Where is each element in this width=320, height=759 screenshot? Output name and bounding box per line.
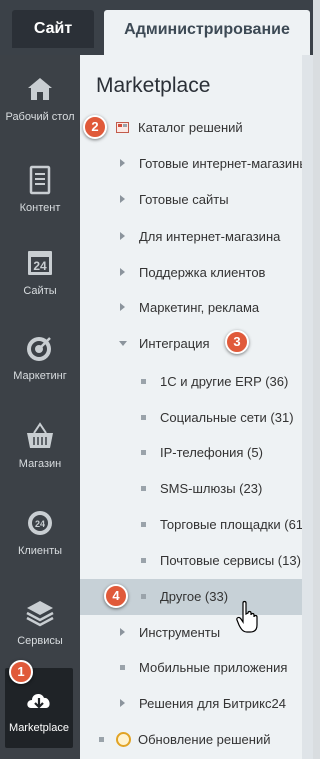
nav-label: Рабочий стол [5, 111, 75, 123]
menu-item-label: Каталог решений [138, 120, 243, 135]
menu-item-label: Мобильные приложения [139, 660, 288, 675]
bullet-icon [141, 450, 146, 455]
cloud-download-icon [27, 694, 50, 709]
menu-item-label: Решения для Битрикс24 [139, 696, 286, 711]
annotation-badge-1: 1 [9, 660, 33, 684]
menu-item-label: Готовые сайты [139, 192, 229, 207]
menu-item-label: Другое (33) [160, 589, 229, 604]
menu-item-label: Обновление решений [138, 732, 271, 747]
tab-administration[interactable]: Администрирование [104, 10, 310, 55]
catalog-icon [116, 122, 129, 133]
menu-item-sms[interactable]: SMS-шлюзы (23) [80, 471, 302, 507]
clients-icon: 24 [28, 511, 52, 535]
menu-item-bitrix24[interactable]: Решения для Битрикс24 [80, 686, 302, 722]
hand-cursor-icon [236, 600, 258, 633]
menu-item-support[interactable]: Поддержка клиентов [80, 255, 302, 291]
update-icon [116, 732, 131, 747]
menu-item-mobile-apps[interactable]: Мобильные приложения [80, 650, 302, 686]
bullet-icon [99, 737, 104, 742]
tab-site[interactable]: Сайт [12, 10, 94, 48]
document-icon [29, 165, 51, 195]
nav-label: Клиенты [17, 545, 63, 557]
chevron-down-icon [119, 341, 127, 346]
nav-item-shop[interactable]: Магазин [0, 420, 80, 471]
chevron-right-icon [120, 195, 125, 203]
menu-item-marketing[interactable]: Маркетинг, реклама [80, 290, 302, 326]
panel-title: Marketplace [96, 74, 211, 97]
chevron-right-icon [120, 268, 125, 276]
chevron-right-icon [120, 699, 125, 707]
nav-item-desktop[interactable]: Рабочий стол [0, 73, 80, 124]
nav-label: Marketplace [9, 722, 69, 734]
bullet-icon [141, 594, 146, 599]
clients-day-text: 24 [35, 519, 45, 529]
menu-item-label: Социальные сети (31) [160, 410, 294, 425]
menu-item-label: Для интернет-магазина [139, 229, 281, 244]
menu-item-label: SMS-шлюзы (23) [160, 481, 263, 496]
nav-item-services[interactable]: Сервисы [0, 597, 80, 648]
menu-item-ready-sites[interactable]: Готовые сайты [80, 182, 302, 218]
nav-label: Сервисы [17, 635, 63, 647]
menu-item-ip-telephony[interactable]: IP-телефония (5) [80, 435, 302, 471]
bullet-icon [141, 379, 146, 384]
menu-item-label: Поддержка клиентов [139, 265, 266, 280]
menu-item-label: Маркетинг, реклама [139, 300, 260, 315]
marketplace-panel: Marketplace Каталог решений Готовые инте… [80, 55, 302, 759]
top-bar: Сайт Администрирование [0, 0, 313, 55]
nav-item-clients[interactable]: 24 Клиенты [0, 507, 80, 558]
menu-item-social[interactable]: Социальные сети (31) [80, 400, 302, 436]
annotation-badge-2: 2 [83, 115, 107, 139]
menu-item-mail[interactable]: Почтовые сервисы (13) [80, 543, 302, 579]
bullet-icon [141, 522, 146, 527]
menu-item-updates[interactable]: Обновление решений [80, 722, 302, 758]
bullet-icon [141, 558, 146, 563]
nav-label: Сайты [23, 285, 57, 297]
chevron-right-icon [120, 303, 125, 311]
nav-item-marketing[interactable]: Маркетинг [0, 332, 80, 383]
menu-item-erp[interactable]: 1С и другие ERP (36) [80, 364, 302, 400]
left-nav: Рабочий стол Контент 24 Сайты Маркетинг [0, 55, 80, 759]
menu-item-label: 1С и другие ERP (36) [160, 374, 289, 389]
nav-label: Контент [19, 202, 61, 214]
menu-item-label: Готовые интернет-магазины [139, 156, 302, 171]
nav-item-sites[interactable]: 24 Сайты [0, 247, 80, 298]
chevron-right-icon [120, 628, 125, 636]
panel-scrollbar[interactable] [302, 55, 313, 759]
bullet-icon [141, 415, 146, 420]
nav-item-content[interactable]: Контент [0, 164, 80, 215]
menu-item-integration[interactable]: Интеграция [80, 326, 302, 362]
chevron-right-icon [120, 232, 125, 240]
bullet-icon [141, 486, 146, 491]
calendar-day-text: 24 [33, 259, 47, 273]
target-icon [27, 337, 51, 361]
menu-item-label: Интеграция [139, 336, 210, 351]
menu-item-label: Почтовые сервисы (13) [160, 553, 301, 568]
annotation-badge-4: 4 [104, 584, 128, 608]
home-icon [28, 78, 52, 100]
menu-item-label: Инструменты [139, 625, 221, 640]
menu-item-tools[interactable]: Инструменты [80, 615, 302, 651]
menu-item-label: Торговые площадки (61) [160, 517, 302, 532]
basket-icon [27, 422, 53, 448]
menu-item-for-shops[interactable]: Для интернет-магазина [80, 219, 302, 255]
menu-item-catalog[interactable]: Каталог решений [80, 110, 302, 146]
annotation-badge-3: 3 [225, 330, 249, 354]
menu-item-label: IP-телефония (5) [160, 445, 263, 460]
menu-item-ready-shops[interactable]: Готовые интернет-магазины [80, 146, 302, 182]
nav-label: Маркетинг [13, 370, 67, 382]
chevron-right-icon [120, 159, 125, 167]
layers-icon [26, 601, 54, 627]
bullet-icon [120, 665, 125, 670]
nav-label: Магазин [18, 458, 62, 470]
calendar-icon: 24 [28, 251, 52, 275]
menu-item-marketplaces[interactable]: Торговые площадки (61) [80, 507, 302, 543]
